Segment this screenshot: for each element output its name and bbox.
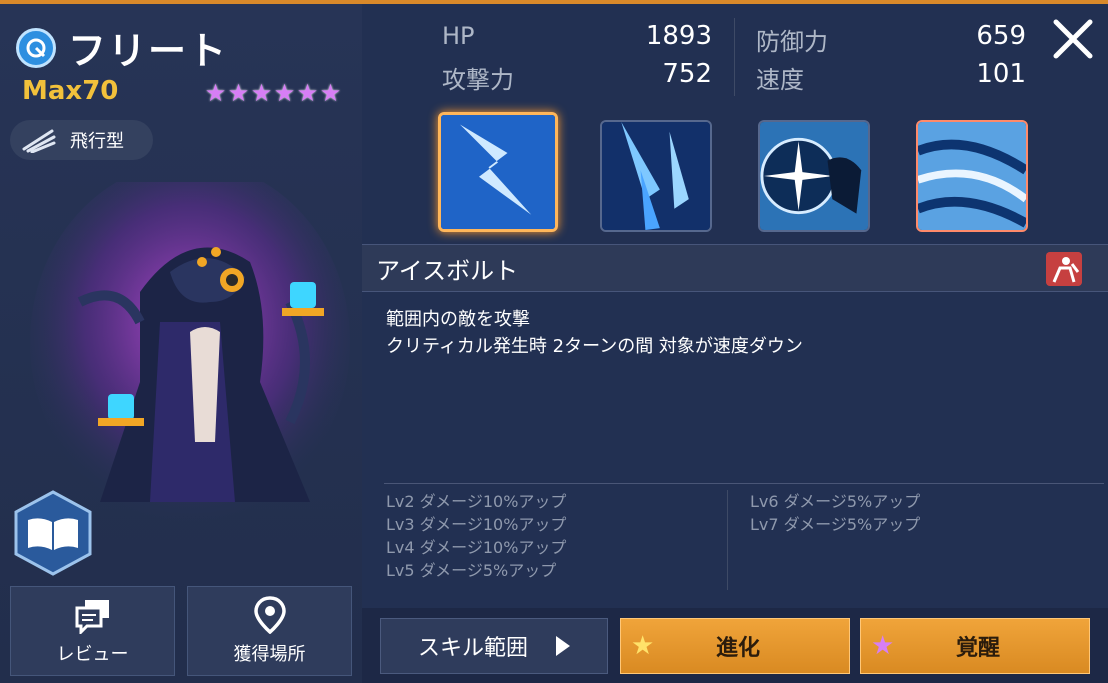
detail-panel: HP 1893 攻撃力 752 防御力 659 速度 101 アイスボルト 範囲…: [362, 4, 1108, 683]
star-icon: ★: [273, 79, 296, 107]
element-icon: [16, 27, 56, 68]
character-panel: フリート Max70 ★ ★ ★ ★ ★ ★ 飛行型 レビュー 獲得場所: [0, 4, 362, 683]
star-icon: ★: [204, 79, 227, 107]
level-separator: [384, 483, 1104, 484]
skill-slot-ice-bolt[interactable]: [438, 112, 558, 232]
defense-value: 659: [976, 21, 1026, 51]
level-bonus-list-right: Lv6 ダメージ5%アップ Lv7 ダメージ5%アップ: [750, 490, 920, 536]
level-bonus-item: Lv6 ダメージ5%アップ: [750, 492, 921, 511]
play-arrow-icon: [556, 636, 570, 656]
skill-list: [362, 110, 1108, 238]
skill-range-label: スキル範囲: [417, 636, 528, 661]
speed-value: 101: [976, 59, 1026, 89]
flying-type-chip: 飛行型: [10, 120, 153, 160]
skill-slot-4[interactable]: [916, 120, 1028, 232]
speed-label: 速度: [756, 66, 804, 94]
bottom-action-bar: スキル範囲 ★ 進化 ★ 覚醒: [362, 608, 1108, 683]
defense-label: 防御力: [756, 28, 828, 56]
skill-header: アイスボルト: [362, 244, 1108, 292]
stats-area: HP 1893 攻撃力 752 防御力 659 速度 101: [362, 4, 1108, 104]
attack-type-icon: [1046, 252, 1082, 286]
level-bonus-item: Lv2 ダメージ10%アップ: [386, 492, 567, 511]
character-name: フリート: [68, 29, 229, 73]
level-column-divider: [727, 490, 728, 590]
review-label: レビュー: [56, 644, 129, 665]
awaken-label: 覚醒: [955, 636, 1000, 661]
hp-label: HP: [442, 22, 475, 50]
level-bonus-item: Lv7 ダメージ5%アップ: [750, 515, 921, 534]
lightning-skill-icon: [441, 115, 555, 229]
star-icon: ★: [319, 79, 342, 107]
level-bonus-item: Lv5 ダメージ5%アップ: [386, 561, 557, 580]
level-bonus-item: Lv3 ダメージ10%アップ: [386, 515, 567, 534]
star-icon: ★: [296, 79, 319, 107]
attack-label: 攻撃力: [442, 66, 514, 94]
skill-name: アイスボルト: [376, 257, 519, 285]
star-icon: ★: [227, 79, 250, 107]
skill-description: 範囲内の敵を攻撃 クリティカル発生時 2ターンの間 対象が速度ダウン: [386, 306, 803, 360]
hp-value: 1893: [645, 21, 712, 51]
character-portrait: [30, 182, 350, 522]
max-level-label: Max70: [22, 76, 119, 106]
character-header: フリート: [16, 20, 228, 75]
star-icon: ★: [871, 631, 895, 661]
review-button[interactable]: レビュー: [10, 586, 175, 676]
level-bonus-item: Lv4 ダメージ10%アップ: [386, 538, 567, 557]
stats-divider: [734, 18, 735, 96]
evolve-button[interactable]: ★ 進化: [620, 618, 850, 674]
book-icon[interactable]: [14, 490, 92, 576]
type-label: 飛行型: [70, 131, 124, 152]
awaken-button[interactable]: ★ 覚醒: [860, 618, 1090, 674]
wing-icon: [22, 129, 56, 153]
acquisition-location-button[interactable]: 獲得場所: [187, 586, 352, 676]
shield-spin-skill-icon: [760, 122, 868, 230]
star-icon: ★: [250, 79, 273, 107]
wind-skill-icon: [918, 122, 1026, 230]
ice-shard-skill-icon: [602, 122, 710, 230]
description-line: クリティカル発生時 2ターンの間 対象が速度ダウン: [386, 336, 803, 357]
location-pin-icon: [253, 596, 286, 634]
level-bonus-list-left: Lv2 ダメージ10%アップ Lv3 ダメージ10%アップ Lv4 ダメージ10…: [386, 490, 566, 582]
star-icon: ★: [631, 631, 655, 661]
close-icon[interactable]: [1050, 16, 1096, 62]
comment-icon: [75, 600, 109, 634]
acquisition-label: 獲得場所: [233, 644, 306, 665]
rarity-stars: ★ ★ ★ ★ ★ ★: [204, 79, 342, 107]
description-line: 範囲内の敵を攻撃: [386, 309, 530, 330]
evolve-label: 進化: [715, 636, 760, 661]
attack-value: 752: [662, 59, 712, 89]
skill-range-button[interactable]: スキル範囲: [380, 618, 608, 674]
skill-slot-3[interactable]: [758, 120, 870, 232]
skill-slot-2[interactable]: [600, 120, 712, 232]
